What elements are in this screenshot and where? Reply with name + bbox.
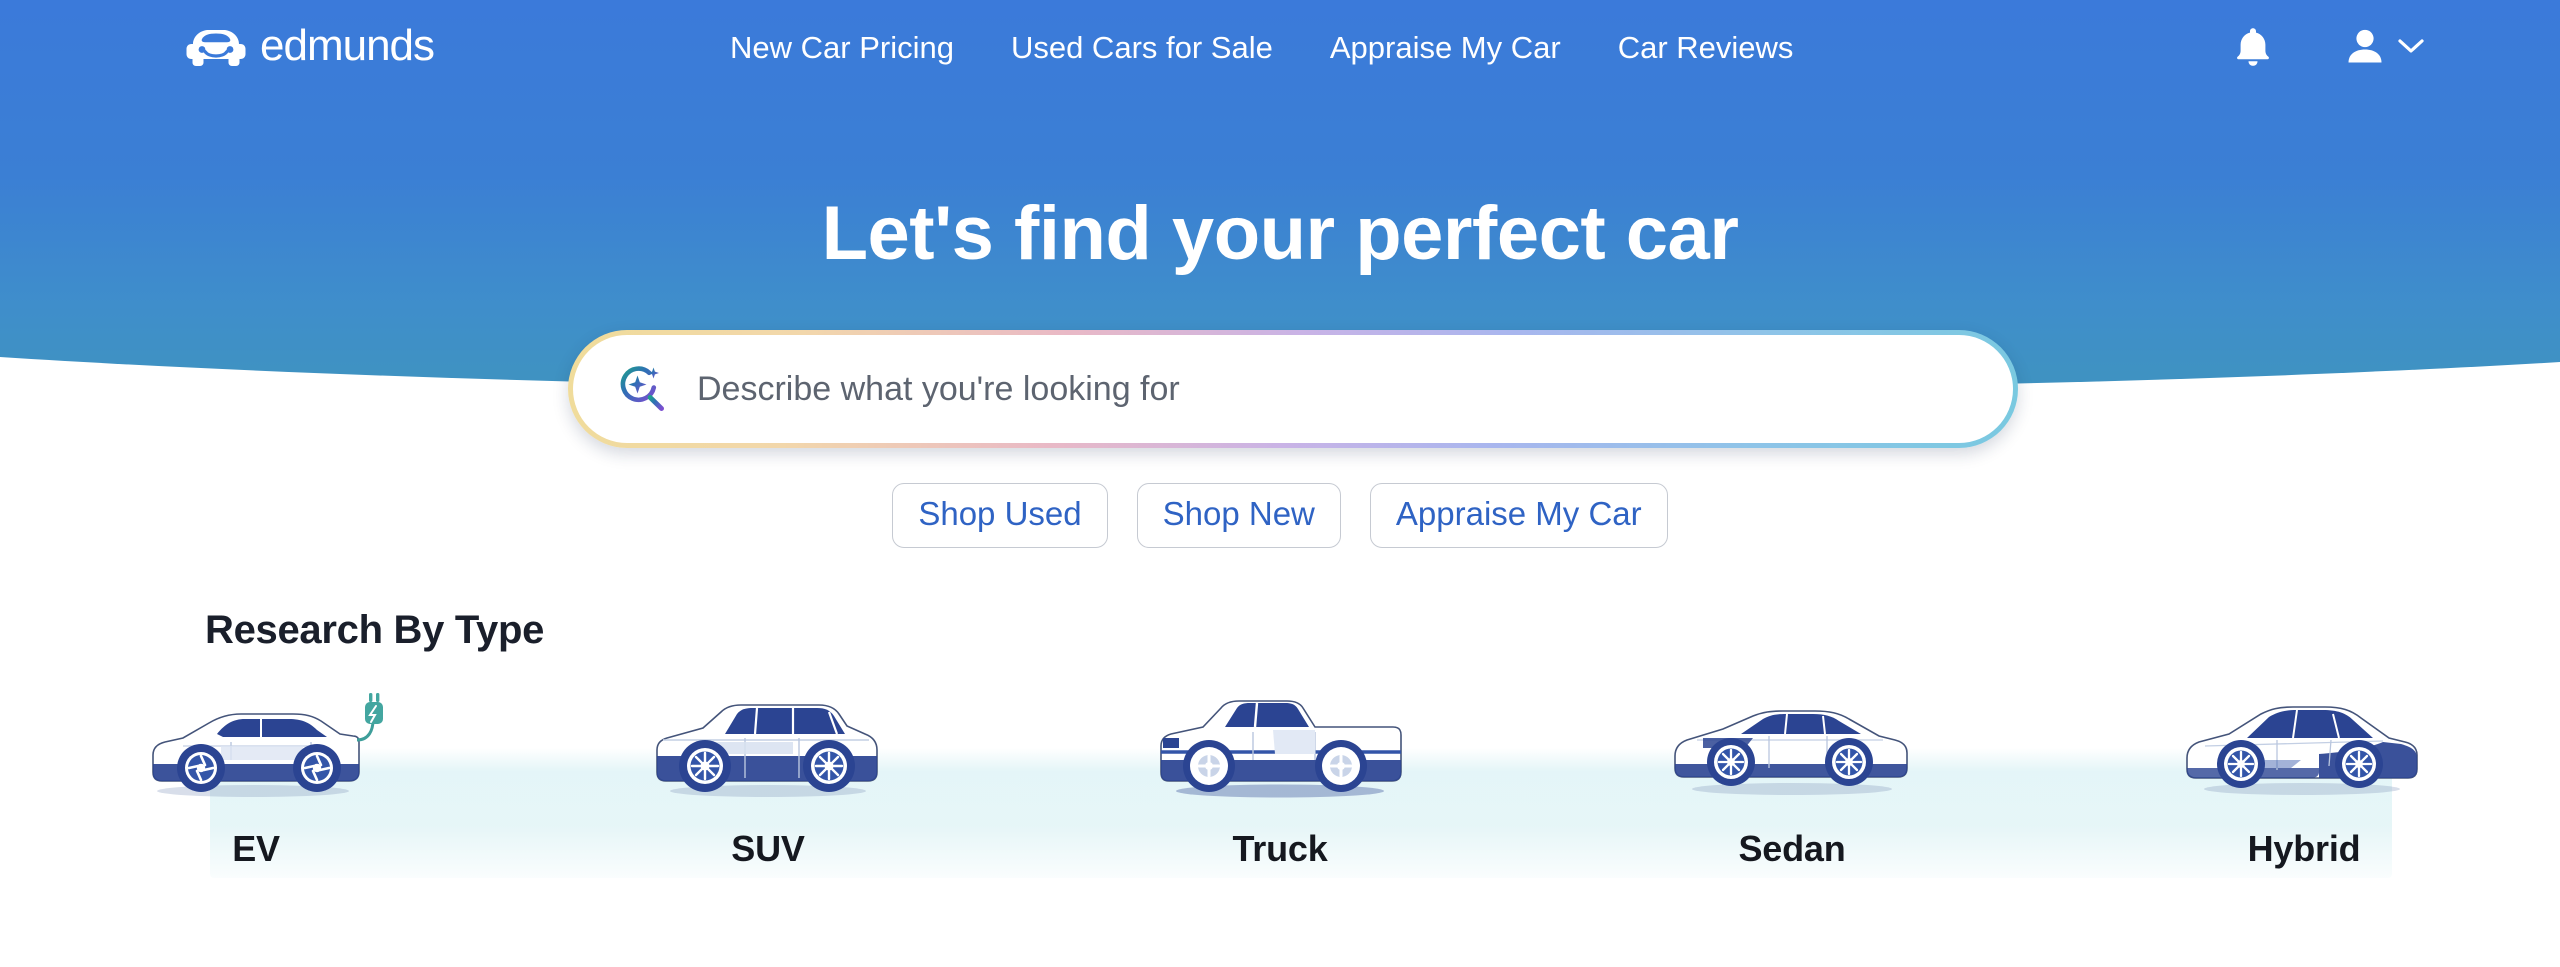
nav-item-car-reviews[interactable]: Car Reviews [1618, 30, 1794, 66]
appraise-my-car-button[interactable]: Appraise My Car [1369, 483, 1668, 548]
search-input[interactable] [697, 359, 2013, 419]
type-label-sedan: Sedan [1738, 828, 1846, 869]
hybrid-car-illustration [2186, 706, 2418, 795]
site-header: edmunds New Car Pricing Used Cars for Sa… [0, 0, 2560, 100]
sedan-illustration [1674, 710, 1908, 795]
hero-search-box[interactable] [568, 330, 2018, 448]
edmunds-homepage: edmunds New Car Pricing Used Cars for Sa… [0, 0, 2560, 967]
header-actions [2231, 24, 2425, 68]
suv-car-illustration [656, 704, 878, 797]
ai-sparkle-search-icon [620, 366, 664, 411]
hero-cta-row: Shop Used Shop New Appraise My Car [0, 483, 2560, 548]
nav-item-appraise-my-car[interactable]: Appraise My Car [1330, 30, 1561, 66]
type-label-suv: SUV [731, 828, 805, 869]
primary-nav: New Car Pricing Used Cars for Sale Appra… [730, 30, 1793, 66]
ev-car-illustration [152, 693, 383, 797]
research-type-list: EV SUV Truck Sedan Hybrid [0, 690, 2560, 870]
search-inner [573, 335, 2013, 443]
notifications-button[interactable] [2231, 24, 2275, 68]
nav-item-used-cars-for-sale[interactable]: Used Cars for Sale [1011, 30, 1273, 66]
shop-new-button[interactable]: Shop New [1136, 483, 1341, 548]
chevron-down-icon [2398, 39, 2424, 53]
type-card-sedan[interactable]: Sedan [1536, 690, 2048, 870]
nav-item-new-car-pricing[interactable]: New Car Pricing [730, 30, 954, 66]
type-label-ev: EV [232, 828, 280, 869]
research-by-type-title: Research By Type [205, 608, 545, 652]
type-label-hybrid: Hybrid [2247, 828, 2361, 869]
person-icon [2348, 29, 2382, 63]
type-card-ev[interactable]: EV [0, 690, 512, 870]
truck-illustration [1160, 700, 1402, 798]
account-menu-button[interactable] [2343, 24, 2425, 68]
type-card-suv[interactable]: SUV [512, 690, 1024, 870]
type-card-hybrid[interactable]: Hybrid [2048, 690, 2560, 870]
car-smile-icon [186, 30, 246, 66]
type-card-truck[interactable]: Truck [1024, 690, 1536, 870]
edmunds-logo[interactable]: edmunds [185, 21, 435, 70]
type-label-truck: Truck [1232, 828, 1328, 869]
hero-headline: Let's find your perfect car [821, 191, 1739, 276]
logo-wordmark: edmunds [260, 21, 435, 70]
bell-icon [2237, 28, 2269, 66]
shop-used-button[interactable]: Shop Used [892, 483, 1108, 548]
